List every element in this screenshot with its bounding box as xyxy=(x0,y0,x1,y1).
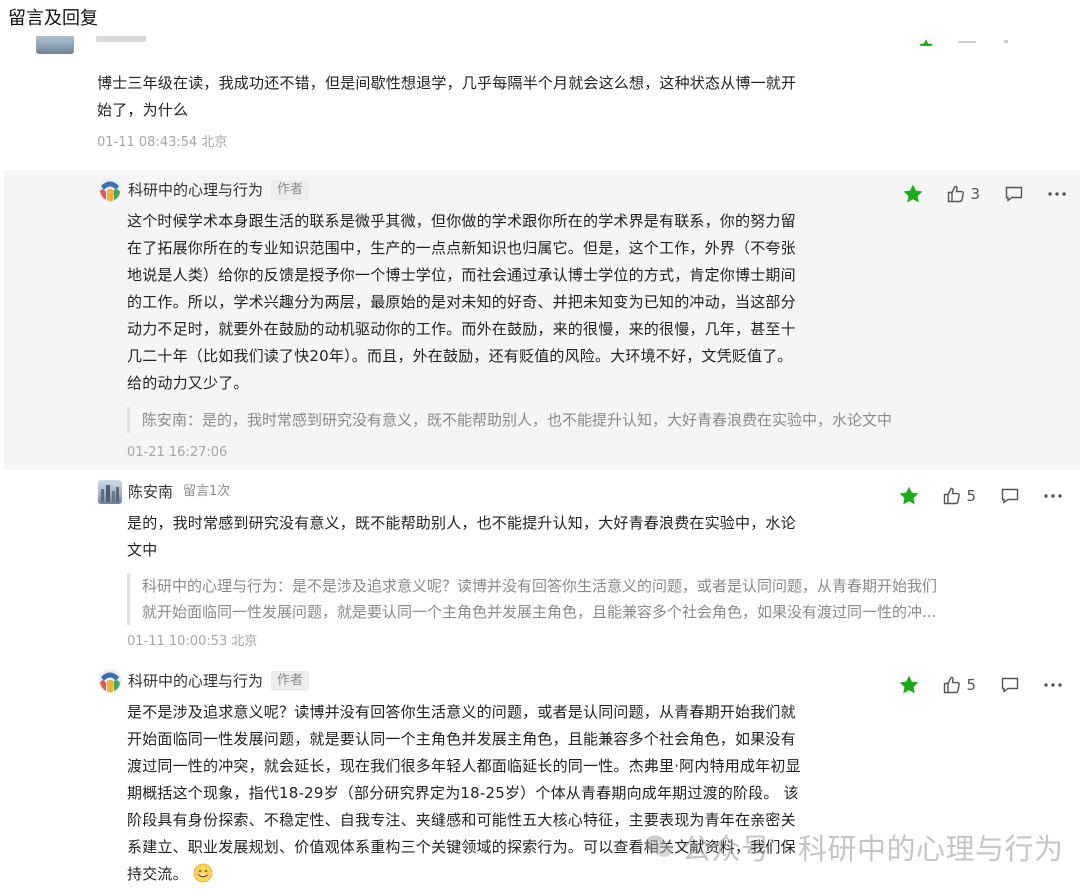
more-icon xyxy=(1048,192,1066,196)
content-line: 渡过同一性的冲突，就会延长，现在我们很多年轻人都面临延长的同一性。杰弗里·阿内特… xyxy=(127,757,801,775)
avatar[interactable] xyxy=(98,480,122,504)
content-line: 在了拓展你所在的专业知识范围中，生产的一点点新知识也归属它。但是，这个工作，外界… xyxy=(127,239,796,257)
like-count: 3 xyxy=(970,185,980,203)
comment-content: 是的，我时常感到研究没有意义，既不能帮助别人，也不能提升认知，大好青春浪费在实验… xyxy=(127,510,907,564)
more-icon xyxy=(1044,683,1062,687)
content-line: 持交流。 xyxy=(127,865,188,883)
thumbs-up-icon xyxy=(944,676,961,694)
comment-actions: 3 xyxy=(902,182,1068,206)
reply-item: 陈安南 留言1次 5 是的，我时常感到研究没有意义，既不能帮助别人，也不能提升认… xyxy=(0,478,1080,658)
author-name-fragment xyxy=(96,36,146,42)
more-button[interactable] xyxy=(1046,184,1068,204)
comment-content: 博士三年级在读，我成功还不错，但是间歇性想退学，几乎每隔半个月就会这么想，这种状… xyxy=(97,70,897,124)
content-line: 始了，为什么 xyxy=(97,101,189,119)
like-button[interactable]: 5 xyxy=(942,486,976,506)
author-line: 科研中的心理与行为 作者 xyxy=(128,178,310,202)
reply-item: 科研中的心理与行为 作者 3 这个时候学术本身跟生活的联系是微乎其微，但你做的学… xyxy=(4,170,1080,470)
content-line: 地说是人类）给你的反馈是授予你一个博士学位，而社会通过承认博士学位的方式，肯定你… xyxy=(127,266,796,284)
like-button[interactable]: 3 xyxy=(946,184,980,204)
avatar[interactable] xyxy=(98,178,122,202)
star-icon[interactable] xyxy=(918,36,934,46)
like-count: 5 xyxy=(966,676,976,694)
like-button[interactable]: 5 xyxy=(942,675,976,695)
star-button[interactable] xyxy=(898,674,920,696)
avatar[interactable] xyxy=(36,36,74,54)
comment-timestamp: 01-11 08:43:54 北京 xyxy=(97,135,228,150)
more-icon xyxy=(1044,494,1062,498)
avatar[interactable] xyxy=(98,669,122,693)
reply-item: 科研中的心理与行为 作者 5 是不是涉及追求意义呢？读博并没有回答你生活意义的问… xyxy=(0,667,1080,891)
content-line: 是不是涉及追求意义呢？读博并没有回答你生活意义的问题，或者是认同问题，从青春期开… xyxy=(127,703,796,721)
quote-line: 就开始面临同一性发展问题，就是要认同一个主角色并发展主角色，且能兼容多个社会角色… xyxy=(142,603,937,621)
author-name[interactable]: 科研中的心理与行为 xyxy=(128,669,263,693)
quoted-reply: 科研中的心理与行为：是不是涉及追求意义呢？读博并没有回答你生活意义的问题，或者是… xyxy=(127,573,1067,625)
content-line: 给的动力又少了。 xyxy=(127,374,249,392)
author-badge: 作者 xyxy=(271,671,310,691)
content-line: 几二十年（比如我们读了快20年）。而且，外在鼓励，还有贬值的风险。大环境不好，文… xyxy=(127,347,793,365)
more-button[interactable] xyxy=(1042,486,1064,506)
star-button[interactable] xyxy=(902,183,924,205)
smile-emoji-icon xyxy=(193,863,213,883)
comment-icon xyxy=(1001,677,1019,693)
author-line: 陈安南 留言1次 xyxy=(128,480,232,504)
truncated-comment-header xyxy=(0,36,1080,58)
content-line: 文中 xyxy=(127,541,158,559)
comment-content: 是不是涉及追求意义呢？读博并没有回答你生活意义的问题，或者是认同问题，从青春期开… xyxy=(127,699,907,888)
star-button[interactable] xyxy=(898,485,920,507)
content-line: 系建立、职业发展规划、价值观体系重构三个关键领域的探索行为。可以查看相关文献资料… xyxy=(127,838,796,856)
reply-icon-fragment xyxy=(958,41,976,43)
comment-timestamp: 01-21 16:27:06 xyxy=(127,445,228,460)
author-name[interactable]: 陈安南 xyxy=(128,480,173,504)
comment-timestamp: 01-11 10:00:53 北京 xyxy=(127,634,258,649)
quote-line: 科研中的心理与行为：是不是涉及追求意义呢？读博并没有回答你生活意义的问题，或者是… xyxy=(142,577,938,595)
thumbs-up-icon xyxy=(948,185,965,203)
reply-button[interactable] xyxy=(1000,675,1020,695)
reply-button[interactable] xyxy=(1004,184,1024,204)
author-badge: 作者 xyxy=(271,180,310,200)
content-line: 是的，我时常感到研究没有意义，既不能帮助别人，也不能提升认知，大好青春浪费在实验… xyxy=(127,514,796,532)
section-title: 留言及回复 xyxy=(8,8,98,29)
more-icon-fragment xyxy=(1004,40,1008,43)
content-line: 动力不足时，就要外在鼓励的动机驱动你的工作。而外在鼓励，来的很慢，来的很慢，几年… xyxy=(127,320,796,338)
star-icon xyxy=(904,184,923,203)
quote-line: 陈安南：是的，我时常感到研究没有意义，既不能帮助别人，也不能提升认知，大好青春浪… xyxy=(142,411,893,429)
content-line: 博士三年级在读，我成功还不错，但是间歇性想退学，几乎每隔半个月就会这么想，这种状… xyxy=(97,74,797,92)
comment-icon xyxy=(1005,186,1023,202)
content-line: 阶段具有身份探索、不稳定性、自我专注、夹缝感和可能性五大核心特征，主要表现为青年… xyxy=(127,811,796,829)
more-button[interactable] xyxy=(1042,675,1064,695)
like-count: 5 xyxy=(966,487,976,505)
comment-count-badge: 留言1次 xyxy=(183,484,231,499)
star-icon xyxy=(900,486,919,505)
comment-actions: 5 xyxy=(898,673,1064,697)
author-name[interactable]: 科研中的心理与行为 xyxy=(128,178,263,202)
content-line: 这个时候学术本身跟生活的联系是微乎其微，但你做的学术跟你所在的学术界是有联系，你… xyxy=(127,212,796,230)
star-icon xyxy=(900,675,919,694)
author-line: 科研中的心理与行为 作者 xyxy=(128,669,310,693)
quoted-reply: 陈安南：是的，我时常感到研究没有意义，既不能帮助别人，也不能提升认知，大好青春浪… xyxy=(127,407,1062,433)
content-line: 期概括这个现象，指代18-29岁（部分研究界定为18-25岁）个体从青春期向成年… xyxy=(127,784,799,802)
comment-item: 博士三年级在读，我成功还不错，但是间歇性想退学，几乎每隔半个月就会这么想，这种状… xyxy=(0,58,1080,158)
comment-icon xyxy=(1001,488,1019,504)
content-line: 的工作。所以，学术兴趣分为两层，最原始的是对未知的好奇、并把未知变为已知的冲动，… xyxy=(127,293,796,311)
comment-actions: 5 xyxy=(898,484,1064,508)
content-line: 开始面临同一性发展问题，就是要认同一个主角色并发展主角色，且能兼容多个社会角色，… xyxy=(127,730,796,748)
comment-content: 这个时候学术本身跟生活的联系是微乎其微，但你做的学术跟你所在的学术界是有联系，你… xyxy=(127,208,907,397)
reply-button[interactable] xyxy=(1000,486,1020,506)
content-line-last: 持交流。 xyxy=(127,861,907,888)
thumbs-up-icon xyxy=(944,487,961,505)
